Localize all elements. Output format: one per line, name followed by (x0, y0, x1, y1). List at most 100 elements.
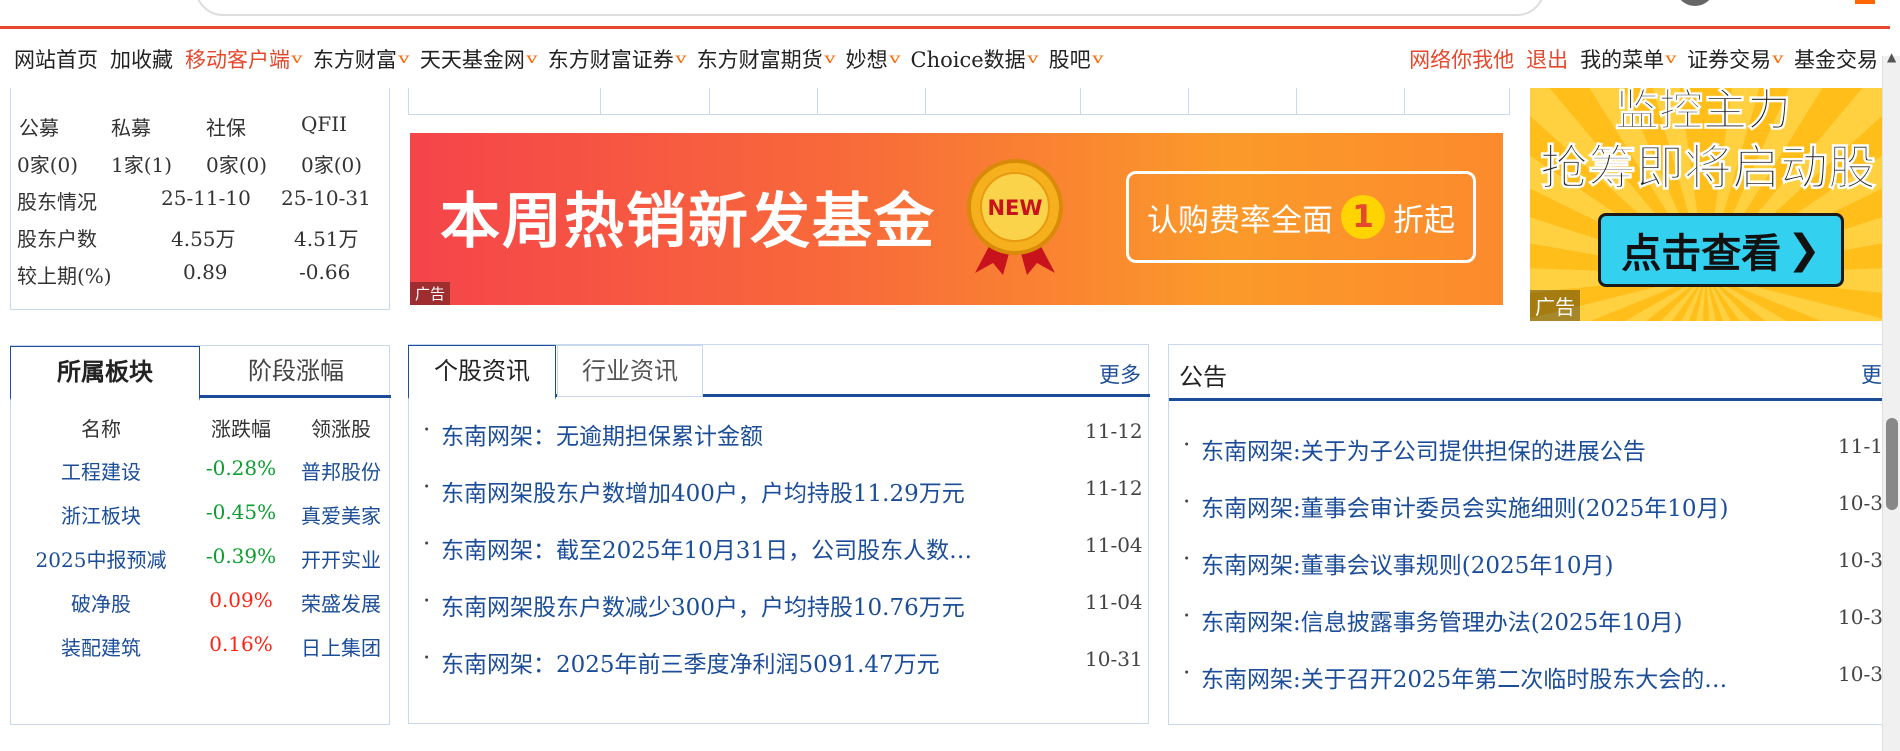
chevron-down-icon: v (889, 50, 901, 67)
badge-text: NEW (987, 196, 1042, 220)
scroll-up-icon[interactable]: ▲ (1887, 50, 1896, 64)
news-title-link[interactable]: 东南网架：2025年前三季度净利润5091.47万元 (441, 645, 940, 679)
scroll-thumb[interactable] (1886, 418, 1898, 510)
new-badge-icon: NEW (967, 159, 1063, 275)
chevron-down-icon: v (291, 50, 303, 67)
nav-item-label: 加收藏 (110, 47, 173, 72)
announcement-item: · 东南网架:董事会审计委员会实施细则(2025年10月) 10-3 (1183, 489, 1883, 529)
ad-view-button[interactable]: 点击查看 ❯ (1598, 213, 1844, 287)
right-side-ad[interactable]: 监控主力 抢筹即将启动股 点击查看 ❯ 广告 (1530, 88, 1882, 321)
nav-item-label: 网络你我他 (1409, 47, 1515, 72)
sector-leader-link[interactable]: 荣盛发展 (291, 588, 391, 617)
news-date: 11-12 (1085, 419, 1143, 443)
nav-item-label: 股吧 (1048, 47, 1091, 72)
quote-table-remnant (408, 88, 1510, 115)
sector-name-link[interactable]: 破净股 (11, 588, 191, 617)
announcement-title-link[interactable]: 东南网架:信息披露事务管理办法(2025年10月) (1201, 603, 1683, 637)
nav-item[interactable]: 天天基金网 v (420, 44, 538, 74)
nav-item[interactable]: 退出 (1526, 44, 1568, 74)
sector-leader-link[interactable]: 普邦股份 (291, 456, 391, 485)
inst-value-public: 0家(0) (17, 153, 79, 177)
page-scrollbar[interactable]: ▲ (1882, 50, 1900, 751)
nav-item-label: 基金交易 (1794, 47, 1878, 72)
nav-item-label: 我的菜单 (1580, 47, 1665, 72)
nav-left-group: 网站首页 加收藏 移动客户端 v 东方财富 v 天天基金网 v 东方财富证券 v 东方财富期货 v 妙想… (14, 44, 1114, 74)
fund-banner-ad[interactable]: 本周热销新发基金 NEW 认购费率全面 1 折起 广告 (410, 133, 1503, 305)
sector-leader-link[interactable]: 真爱美家 (291, 500, 391, 529)
institution-header-row: 公募 私募 社保 QFII (11, 112, 391, 148)
news-more-link[interactable]: 更多 (1099, 359, 1141, 389)
nav-item[interactable]: 证券交易 v (1687, 44, 1784, 74)
stock-news-panel: 个股资讯 行业资讯 更多 · 东南网架：无逾期担保累计金额 11-12 · 东南网架股东… (408, 344, 1150, 724)
holder-row-label: 股东户数 (17, 227, 97, 251)
nav-item[interactable]: 妙想 v (845, 44, 901, 74)
search-button-icon[interactable] (1675, 0, 1715, 6)
announcement-date: 10-3 (1838, 491, 1883, 515)
news-date: 10-31 (1085, 647, 1143, 671)
sector-leader-link[interactable]: 日上集团 (291, 632, 391, 661)
tab-industry-news[interactable]: 行业资讯 (557, 345, 703, 397)
nav-item[interactable]: 基金交易 (1794, 44, 1878, 74)
nav-item-label: 证券交易 (1687, 47, 1772, 72)
sector-change: -0.45% (205, 500, 277, 524)
sector-change: 0.09% (209, 588, 273, 612)
chevron-down-icon: v (526, 50, 538, 67)
announcement-date: 11-1 (1838, 434, 1883, 458)
nav-item[interactable]: 网络你我他 (1409, 44, 1514, 74)
announcement-more-link[interactable]: 更 (1861, 359, 1882, 389)
announcement-header: 公告 更 (1169, 345, 1883, 401)
bullet-icon: · (1183, 660, 1191, 686)
nav-item[interactable]: 东方财富期货 v (696, 44, 836, 74)
tab-stock-news[interactable]: 个股资讯 (408, 345, 556, 400)
news-title-link[interactable]: 东南网架股东户数增加400户，户均持股11.29万元 (441, 474, 965, 508)
nav-item[interactable]: 网站首页 (14, 44, 98, 74)
holder-row-value1: 25-11-10 (161, 186, 251, 210)
nav-item[interactable]: 股吧 v (1048, 44, 1104, 74)
nav-item[interactable]: 东方财富证券 v (548, 44, 687, 74)
ad-promo-box: 认购费率全面 1 折起 (1126, 171, 1476, 263)
nav-item[interactable]: Choice数据 v (911, 44, 1039, 74)
news-title-link[interactable]: 东南网架：截至2025年10月31日，公司股东人数… (441, 531, 972, 565)
nav-item-label: 退出 (1526, 47, 1569, 72)
news-title-link[interactable]: 东南网架：无逾期担保累计金额 (441, 417, 763, 451)
news-title-link[interactable]: 东南网架股东户数减少300户，户均持股10.76万元 (441, 588, 965, 622)
ad-right-line2: 抢筹即将启动股 (1539, 140, 1877, 197)
promo-number: 1 (1341, 195, 1385, 239)
nav-item[interactable]: 移动客户端 v (185, 44, 303, 74)
col-header-change: 涨跌幅 (211, 417, 271, 441)
nav-right-group: 网络你我他 退出 我的菜单 v 证券交易 v 基金交易 (1409, 44, 1890, 74)
search-box[interactable] (195, 0, 1545, 16)
nav-item[interactable]: 东方财富 v (313, 44, 410, 74)
news-date: 11-04 (1085, 590, 1143, 614)
announcement-title-link[interactable]: 东南网架:关于为子公司提供担保的进展公告 (1201, 432, 1646, 466)
news-item: · 东南网架：截至2025年10月31日，公司股东人数… 11-04 (423, 531, 1143, 571)
announcement-title: 公告 (1179, 363, 1227, 391)
sector-name-link[interactable]: 2025中报预减 (11, 544, 191, 573)
nav-item-label: 移动客户端 (185, 47, 290, 72)
nav-item[interactable]: 加收藏 (110, 44, 173, 74)
news-date: 11-04 (1085, 533, 1143, 557)
promo-prefix: 认购费率全面 (1147, 202, 1333, 239)
inst-header-private: 私募 (111, 116, 151, 140)
sector-name-link[interactable]: 工程建设 (11, 456, 191, 485)
announcement-title-link[interactable]: 东南网架:董事会审计委员会实施细则(2025年10月) (1201, 489, 1729, 523)
announcement-title-link[interactable]: 东南网架:董事会议事规则(2025年10月) (1201, 546, 1614, 580)
announcement-item: · 东南网架:关于为子公司提供担保的进展公告 11-1 (1183, 432, 1883, 472)
ad-label: 广告 (1530, 290, 1580, 321)
top-nav: 网站首页 加收藏 移动客户端 v 东方财富 v 天天基金网 v 东方财富证券 v 东方财富期货 v 妙想… (0, 26, 1890, 88)
col-header-leader: 领涨股 (311, 417, 371, 441)
tab-sectors[interactable]: 所属板块 (10, 346, 200, 401)
announcement-panel: 公告 更 · 东南网架:关于为子公司提供担保的进展公告 11-1 · 东南网架:董事会审… (1168, 344, 1883, 725)
holder-row-value2: 4.51万 (294, 227, 359, 251)
nav-item[interactable]: 我的菜单 v (1580, 44, 1677, 74)
sector-leader-link[interactable]: 开开实业 (291, 544, 391, 573)
sector-tabs: 所属板块 阶段涨幅 (10, 346, 391, 401)
announcement-title-link[interactable]: 东南网架:关于召开2025年第二次临时股东大会的… (1201, 660, 1727, 694)
table-cell (710, 88, 818, 114)
sector-name-link[interactable]: 装配建筑 (11, 632, 191, 661)
tab-stage-change[interactable]: 阶段涨幅 (201, 346, 391, 398)
sector-name-link[interactable]: 浙江板块 (11, 500, 191, 529)
nav-item-label: 东方财富期货 (696, 47, 823, 72)
nav-item-label: 妙想 (845, 47, 888, 72)
chevron-right-icon: ❯ (1787, 227, 1821, 273)
